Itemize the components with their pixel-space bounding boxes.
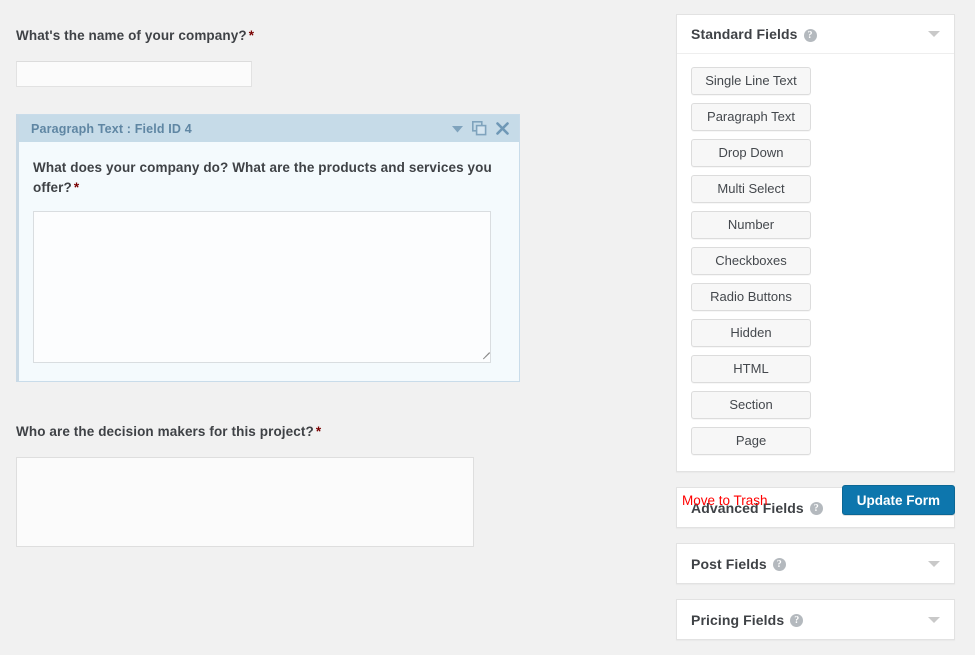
- chevron-down-icon[interactable]: [928, 616, 940, 623]
- field-label-text: What does your company do? What are the …: [33, 160, 492, 195]
- form-field-company-name[interactable]: What's the name of your company? *: [16, 26, 520, 87]
- duplicate-icon[interactable]: [472, 121, 487, 136]
- field-label: Who are the decision makers for this pro…: [16, 422, 520, 442]
- required-asterisk: *: [248, 28, 255, 43]
- chevron-down-icon[interactable]: [928, 560, 940, 567]
- help-icon[interactable]: ?: [790, 614, 804, 627]
- decision-makers-textarea[interactable]: [16, 456, 474, 547]
- form-actions: Move to Trash Update Form: [676, 480, 955, 520]
- field-button-multi-select[interactable]: Multi Select: [691, 175, 811, 203]
- form-field-decision-makers[interactable]: Who are the decision makers for this pro…: [16, 422, 520, 547]
- help-icon[interactable]: ?: [803, 28, 817, 42]
- field-label-text: What's the name of your company?: [16, 28, 247, 43]
- panel-header-post-fields[interactable]: Post Fields ?: [677, 544, 954, 583]
- help-icon[interactable]: ?: [772, 558, 786, 571]
- field-header-tools: [452, 121, 509, 136]
- field-button-page[interactable]: Page: [691, 427, 811, 455]
- field-label: What does your company do? What are the …: [33, 158, 505, 197]
- company-name-input[interactable]: [16, 60, 252, 87]
- field-button-paragraph-text[interactable]: Paragraph Text: [691, 103, 811, 131]
- chevron-down-icon[interactable]: [452, 125, 463, 133]
- company-description-textarea[interactable]: [33, 211, 491, 364]
- field-toolbox-sidebar: Standard Fields ? Single Line Text Parag…: [676, 14, 955, 655]
- close-icon[interactable]: [496, 122, 509, 135]
- panel-title: Post Fields: [691, 555, 767, 572]
- field-header-title: Paragraph Text : Field ID 4: [31, 121, 192, 136]
- panel-post-fields: Post Fields ?: [676, 543, 955, 584]
- field-button-html[interactable]: HTML: [691, 355, 811, 383]
- update-form-button[interactable]: Update Form: [841, 485, 955, 515]
- standard-field-button-list: Single Line Text Paragraph Text Drop Dow…: [691, 67, 940, 455]
- field-button-number[interactable]: Number: [691, 211, 811, 239]
- field-header: Paragraph Text : Field ID 4: [19, 115, 519, 142]
- field-button-checkboxes[interactable]: Checkboxes: [691, 247, 811, 275]
- form-field-company-description-selected[interactable]: Paragraph Text : Field ID 4 What does yo…: [16, 114, 520, 383]
- field-button-radio-buttons[interactable]: Radio Buttons: [691, 283, 811, 311]
- required-asterisk: *: [315, 424, 322, 439]
- panel-title: Pricing Fields: [691, 611, 785, 628]
- move-to-trash-link[interactable]: Move to Trash: [682, 493, 768, 508]
- chevron-down-icon[interactable]: [928, 31, 940, 37]
- panel-body-standard-fields: Single Line Text Paragraph Text Drop Dow…: [677, 54, 954, 471]
- field-label-text: Who are the decision makers for this pro…: [16, 424, 314, 439]
- field-button-section[interactable]: Section: [691, 391, 811, 419]
- field-button-hidden[interactable]: Hidden: [691, 319, 811, 347]
- form-editor-canvas: What's the name of your company? * Paragr…: [0, 0, 660, 547]
- required-asterisk: *: [73, 179, 80, 195]
- panel-header-pricing-fields[interactable]: Pricing Fields ?: [677, 600, 954, 639]
- field-button-single-line-text[interactable]: Single Line Text: [691, 67, 811, 95]
- panel-standard-fields: Standard Fields ? Single Line Text Parag…: [676, 14, 955, 472]
- panel-pricing-fields: Pricing Fields ?: [676, 599, 955, 640]
- field-body: What does your company do? What are the …: [19, 142, 519, 364]
- field-button-drop-down[interactable]: Drop Down: [691, 139, 811, 167]
- panel-header-standard-fields[interactable]: Standard Fields ?: [677, 15, 954, 54]
- panel-title: Standard Fields: [691, 26, 798, 42]
- field-label: What's the name of your company? *: [16, 26, 520, 46]
